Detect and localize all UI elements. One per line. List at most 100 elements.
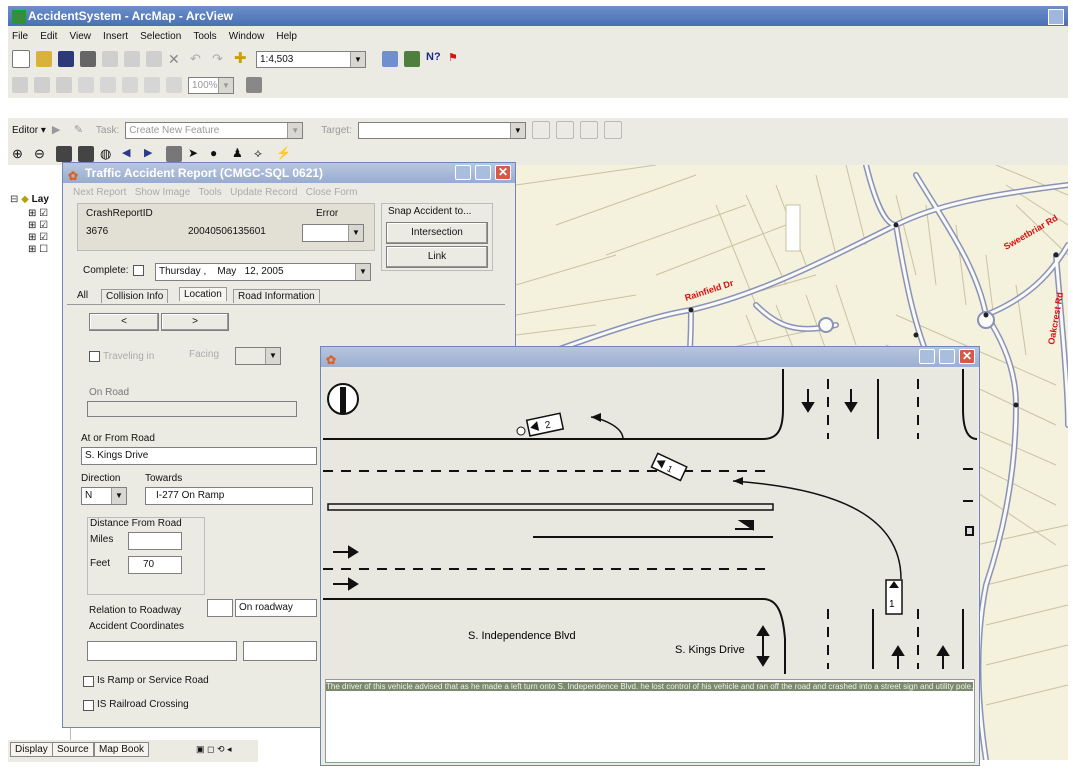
layer-checkbox[interactable]: ⊞ ☐ [28, 244, 48, 255]
on-road-field[interactable] [87, 401, 297, 417]
arctoolbox-icon[interactable] [404, 51, 420, 67]
feet-field[interactable]: 70 [128, 556, 182, 574]
zoom-in-icon[interactable]: ⊕ [12, 146, 28, 162]
maximize-button[interactable] [939, 349, 955, 364]
paste-icon[interactable] [146, 51, 162, 67]
sketch-tool-icon[interactable]: ✎ [74, 122, 90, 138]
fixed-zoom-out-icon[interactable] [122, 77, 138, 93]
maximize-button[interactable] [475, 165, 491, 180]
error-select[interactable]: ▼ [302, 224, 364, 242]
tab-all[interactable]: All [73, 289, 93, 302]
menu-tools[interactable]: Tools [193, 31, 216, 42]
tab-location[interactable]: Location [179, 287, 227, 301]
zoom-in-page-icon[interactable] [12, 77, 28, 93]
complete-checkbox[interactable] [133, 265, 144, 276]
chevron-down-icon[interactable]: ▼ [287, 122, 303, 138]
select-features-icon[interactable] [166, 145, 182, 162]
tab-source[interactable]: Source [52, 742, 94, 757]
direction-select[interactable]: N ▼ [81, 487, 127, 505]
edit-tool-icon[interactable]: ▶ [52, 122, 68, 138]
next-extent-icon[interactable] [166, 77, 182, 93]
open-folder-icon[interactable] [36, 51, 52, 67]
layers-node[interactable]: ⊟ ◆ Lay [10, 194, 49, 205]
chevron-down-icon[interactable]: ▼ [218, 77, 233, 93]
whats-this-icon[interactable]: N? [426, 51, 442, 67]
editor-menu[interactable]: Editor ▾ [12, 125, 46, 136]
forward-icon[interactable]: ▶ [144, 146, 160, 162]
menu-tools[interactable]: Tools [198, 187, 221, 198]
date-picker[interactable]: Thursday , May 12, 2005 ▼ [155, 263, 371, 281]
chevron-down-icon[interactable]: ▼ [509, 122, 525, 138]
coord-x-field[interactable] [87, 641, 237, 661]
narrative-box[interactable]: The driver of this vehicle advised that … [325, 679, 975, 763]
menu-edit[interactable]: Edit [40, 31, 57, 42]
towards-field[interactable]: I-277 On Ramp [145, 487, 313, 505]
pan-icon[interactable] [78, 145, 94, 162]
menu-view[interactable]: View [69, 31, 91, 42]
layer-checkbox[interactable]: ⊞ ☑ [28, 232, 48, 243]
full-page-icon[interactable] [78, 77, 94, 93]
back-icon[interactable]: ◀ [122, 146, 138, 162]
split-tool-icon[interactable] [531, 121, 550, 139]
chevron-down-icon[interactable]: ▼ [355, 264, 370, 280]
lock-icon[interactable] [246, 77, 262, 93]
menu-update-record[interactable]: Update Record [230, 187, 297, 198]
menu-selection[interactable]: Selection [140, 31, 181, 42]
pan-page-icon[interactable] [56, 77, 72, 93]
at-from-road-field[interactable]: S. Kings Drive [81, 447, 317, 465]
ramp-checkbox[interactable] [83, 676, 94, 687]
sketch-properties-icon[interactable] [603, 121, 622, 139]
snap-intersection-button[interactable]: Intersection [386, 222, 488, 244]
copy-icon[interactable] [124, 51, 140, 67]
railroad-checkbox[interactable] [83, 700, 94, 711]
menu-close-form[interactable]: Close Form [306, 187, 358, 198]
minimize-button[interactable] [455, 165, 471, 180]
redo-icon[interactable]: ↷ [212, 51, 228, 67]
tab-collision-info[interactable]: Collision Info [101, 289, 169, 303]
minimize-button[interactable] [919, 349, 935, 364]
menu-insert[interactable]: Insert [103, 31, 128, 42]
cut-icon[interactable] [102, 51, 118, 67]
find-icon[interactable]: ♟ [232, 146, 248, 162]
delete-icon[interactable]: ✕ [168, 51, 184, 67]
save-icon[interactable] [58, 51, 74, 67]
print-icon[interactable] [80, 51, 96, 67]
menu-help[interactable]: Help [276, 31, 297, 42]
select-elements-icon[interactable]: ➤ [188, 146, 204, 162]
target-combo[interactable]: ▼ [357, 121, 526, 139]
undo-icon[interactable]: ↶ [190, 51, 206, 67]
new-document-icon[interactable] [12, 50, 30, 68]
layer-checkbox[interactable]: ⊞ ☑ [28, 220, 48, 231]
facing-select[interactable]: ▼ [235, 347, 281, 365]
close-button[interactable]: ✕ [495, 165, 511, 180]
full-extent-icon[interactable]: ◍ [100, 146, 116, 162]
tab-display[interactable]: Display [10, 742, 53, 757]
fixed-zoom-in-icon[interactable] [100, 77, 116, 93]
drawing-tools-icon[interactable]: ▣ ◻ ⟲ ◂ [196, 744, 232, 755]
traveling-checkbox[interactable] [89, 351, 100, 362]
hyperlink-icon[interactable]: ⚡ [276, 146, 292, 162]
chevron-down-icon[interactable]: ▼ [265, 348, 280, 364]
task-combo[interactable]: Create New Feature ▼ [125, 121, 304, 139]
coord-y-field[interactable] [243, 641, 317, 661]
window-control-button[interactable] [1048, 9, 1064, 25]
tab-road-information[interactable]: Road Information [233, 289, 320, 303]
chevron-down-icon[interactable]: ▼ [111, 488, 126, 504]
tab-map-book[interactable]: Map Book [94, 742, 150, 757]
chevron-down-icon[interactable]: ▼ [350, 51, 365, 67]
miles-field[interactable] [128, 532, 182, 550]
scale-combo[interactable]: 1:4,503 ▼ [256, 50, 366, 68]
fixed-zoom-icon[interactable] [56, 145, 72, 162]
zoom-out-page-icon[interactable] [34, 77, 50, 93]
menu-file[interactable]: File [12, 31, 28, 42]
zoom-out-icon[interactable]: ⊖ [34, 146, 50, 162]
flag-icon[interactable]: ⚑ [448, 51, 464, 67]
menu-window[interactable]: Window [229, 31, 265, 42]
layer-checkbox[interactable]: ⊞ ☑ [28, 208, 48, 219]
zoom-combo[interactable]: 100% ▼ [188, 76, 234, 94]
rotate-tool-icon[interactable] [555, 121, 574, 139]
menu-show-image[interactable]: Show Image [135, 187, 191, 198]
previous-button[interactable]: < [89, 313, 159, 331]
snap-link-button[interactable]: Link [386, 246, 488, 268]
attributes-icon[interactable] [579, 121, 598, 139]
